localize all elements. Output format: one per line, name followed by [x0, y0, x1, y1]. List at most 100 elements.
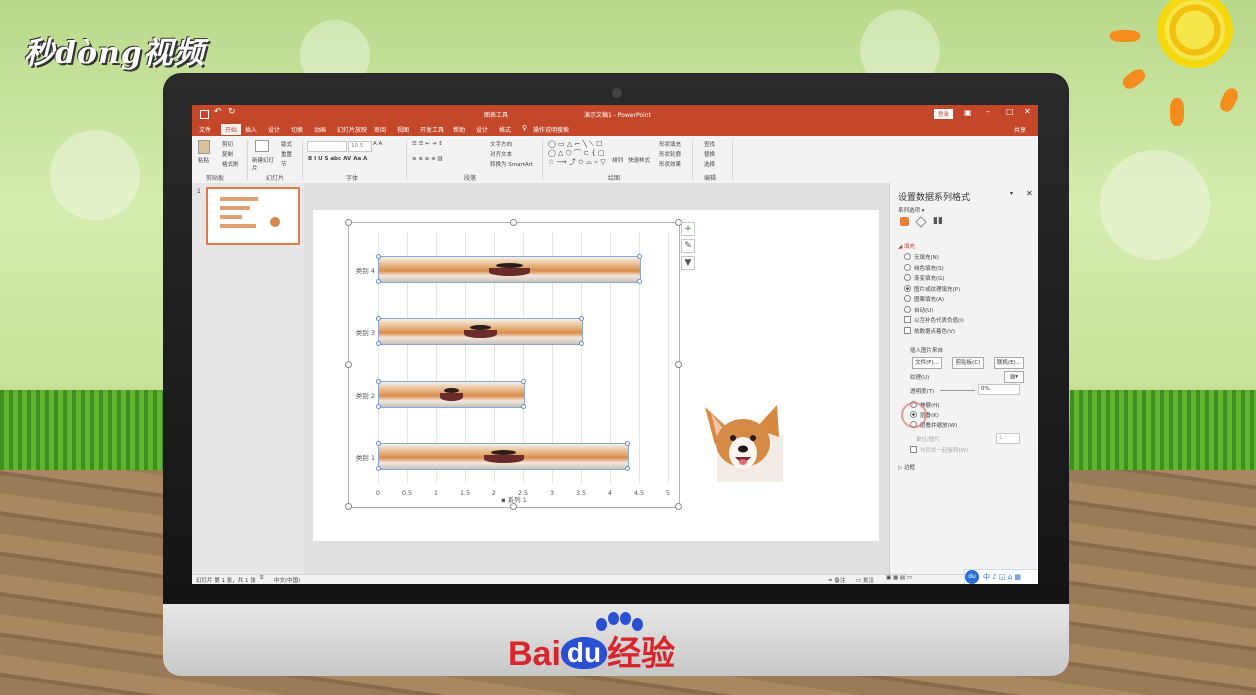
fill-section-header[interactable]: ◢ 填充: [898, 242, 915, 250]
file-button[interactable]: 文件(F)...: [912, 357, 942, 369]
find-button[interactable]: 查找: [704, 140, 715, 148]
shape-outline-button[interactable]: 形状轮廓: [659, 150, 681, 158]
resize-handle[interactable]: [345, 361, 352, 368]
bar-1[interactable]: [378, 443, 630, 470]
point-handle[interactable]: [625, 466, 631, 471]
radio-button[interactable]: [904, 284, 911, 292]
point-handle[interactable]: [376, 341, 381, 346]
effects-icon[interactable]: [915, 216, 927, 228]
save-icon[interactable]: [200, 110, 209, 119]
radio-button[interactable]: [904, 263, 911, 271]
chart-filters-button[interactable]: ▼: [681, 256, 695, 270]
point-handle[interactable]: [376, 378, 381, 384]
new-slide-icon[interactable]: [255, 140, 269, 152]
pane-options-icon[interactable]: ▾: [1010, 190, 1013, 197]
quick-styles-button[interactable]: 快速样式: [628, 156, 650, 164]
redo-icon[interactable]: ↻: [228, 107, 236, 117]
tab-help[interactable]: 帮助: [453, 125, 465, 134]
new-slide-button[interactable]: 新建幻灯片: [252, 156, 274, 172]
tab-review[interactable]: 审阅: [374, 125, 386, 134]
radio-button[interactable]: [904, 274, 911, 281]
cut-button[interactable]: 剪切: [222, 140, 233, 148]
resize-handle[interactable]: [675, 503, 682, 510]
tab-transitions[interactable]: 切换: [291, 125, 303, 134]
text-direction-button[interactable]: 文字方向: [490, 140, 512, 148]
point-handle[interactable]: [637, 278, 642, 284]
point-handle[interactable]: [376, 403, 381, 409]
fill-option-5[interactable]: 图案填充(A): [904, 295, 944, 303]
tab-insert[interactable]: 插入: [245, 125, 257, 134]
fill-line-icon[interactable]: [900, 217, 909, 226]
resize-handle[interactable]: [345, 503, 352, 510]
transparency-input[interactable]: 0%: [978, 384, 1020, 395]
login-button[interactable]: 登录: [934, 109, 954, 119]
point-handle[interactable]: [579, 316, 584, 321]
ime-toolbar[interactable]: du 中 ♪ ◱ ⌂ ▦: [964, 569, 1038, 584]
paste-icon[interactable]: [198, 140, 210, 154]
tell-me-search[interactable]: 操作说明搜索: [533, 125, 569, 134]
close-icon[interactable]: ✕: [1024, 107, 1031, 116]
point-handle[interactable]: [376, 441, 381, 446]
chart-styles-button[interactable]: ✎: [681, 239, 695, 253]
series-options-icon[interactable]: ▮▮: [933, 216, 943, 226]
units-per-picture-input[interactable]: 1: [996, 433, 1020, 444]
ribbon-display-icon[interactable]: ▣: [964, 108, 972, 117]
clipboard-button[interactable]: 剪贴板(C): [952, 357, 984, 369]
point-handle[interactable]: [625, 441, 631, 446]
copy-button[interactable]: 复制: [222, 150, 233, 158]
point-handle[interactable]: [376, 466, 381, 471]
font-format-buttons[interactable]: B I U S abc AV Aa A: [308, 156, 367, 162]
shape-effects-button[interactable]: 形状效果: [659, 160, 681, 168]
point-handle[interactable]: [376, 316, 381, 321]
align-buttons[interactable]: ≡ ≡ ≡ ≡ ▥: [412, 156, 443, 162]
smartart-button[interactable]: 转换为 SmartArt: [490, 160, 533, 168]
checkbox[interactable]: [904, 316, 911, 323]
slide-thumbnail[interactable]: [206, 187, 300, 245]
radio-button[interactable]: [904, 305, 911, 313]
fill-option-4[interactable]: 图片或纹理填充(P): [904, 284, 960, 293]
point-handle[interactable]: [521, 378, 526, 384]
list-buttons[interactable]: ☰ ☰ ⇤ ⇥ ↕: [412, 141, 443, 147]
bar-chart[interactable]: 0 0.5 1 1.5 2 2.5 3 3.5 4 4.5 5 类别 1 类别 2 类别 3 类别 4 ▪ …: [348, 222, 680, 508]
series-options-dropdown[interactable]: 系列选项 ▾: [898, 206, 925, 214]
view-buttons[interactable]: ▣ ▦ ▤ ▭: [886, 575, 912, 581]
maximize-icon[interactable]: □: [1006, 107, 1014, 116]
paste-button[interactable]: 粘贴: [198, 156, 209, 164]
bar-3[interactable]: [378, 318, 583, 345]
radio-button[interactable]: [904, 253, 911, 260]
point-handle[interactable]: [637, 253, 642, 259]
tab-file[interactable]: 文件: [199, 125, 211, 134]
shape-fill-button[interactable]: 形状填充: [659, 140, 681, 148]
texture-picker[interactable]: ▨▾: [1004, 371, 1024, 383]
point-handle[interactable]: [376, 278, 381, 284]
resize-handle[interactable]: [510, 219, 517, 226]
rotate-with-shape-option[interactable]: 与形状一起旋转(W): [910, 446, 968, 454]
fill-option-2[interactable]: 纯色填充(S): [904, 263, 944, 272]
language[interactable]: 中文(中国): [274, 576, 300, 584]
spell-check-icon[interactable]: ⌸: [260, 575, 263, 582]
checkbox[interactable]: [904, 326, 911, 334]
notes-button[interactable]: ≐ 备注: [828, 576, 845, 584]
fill-option-8[interactable]: 依数据点着色(V): [904, 326, 955, 335]
undo-icon[interactable]: ↶: [214, 107, 222, 117]
section-button[interactable]: 节: [281, 160, 287, 168]
replace-button[interactable]: 替换: [704, 150, 715, 158]
resize-handle[interactable]: [345, 219, 352, 226]
select-button[interactable]: 选择: [704, 160, 715, 168]
tab-animations[interactable]: 动画: [314, 125, 326, 134]
pane-close-icon[interactable]: ✕: [1026, 189, 1033, 198]
fill-option-6[interactable]: 自动(U): [904, 305, 933, 314]
point-handle[interactable]: [376, 253, 381, 259]
point-handle[interactable]: [521, 403, 526, 409]
reset-button[interactable]: 重置: [281, 150, 292, 158]
font-name-box[interactable]: [307, 141, 347, 152]
tab-slideshow[interactable]: 幻灯片放映: [337, 125, 367, 134]
tab-design[interactable]: 设计: [268, 125, 280, 134]
format-painter-button[interactable]: 格式刷: [222, 160, 239, 168]
corgi-picture[interactable]: [703, 405, 783, 482]
tab-chart-design[interactable]: 设计: [476, 125, 488, 134]
online-button[interactable]: 联机(E)...: [994, 357, 1024, 369]
layout-button[interactable]: 版式: [281, 140, 292, 148]
share-button[interactable]: 共享: [1014, 125, 1026, 134]
shapes-gallery[interactable]: ◯ ▭ △ ⌐ ╲ ⟍ ☐ ◯ △ ⬡ ⌒ ⊂ { ▢ ☆ ⟶ ⤴ ✩ ⌓ ⌔ ▽: [548, 140, 606, 167]
